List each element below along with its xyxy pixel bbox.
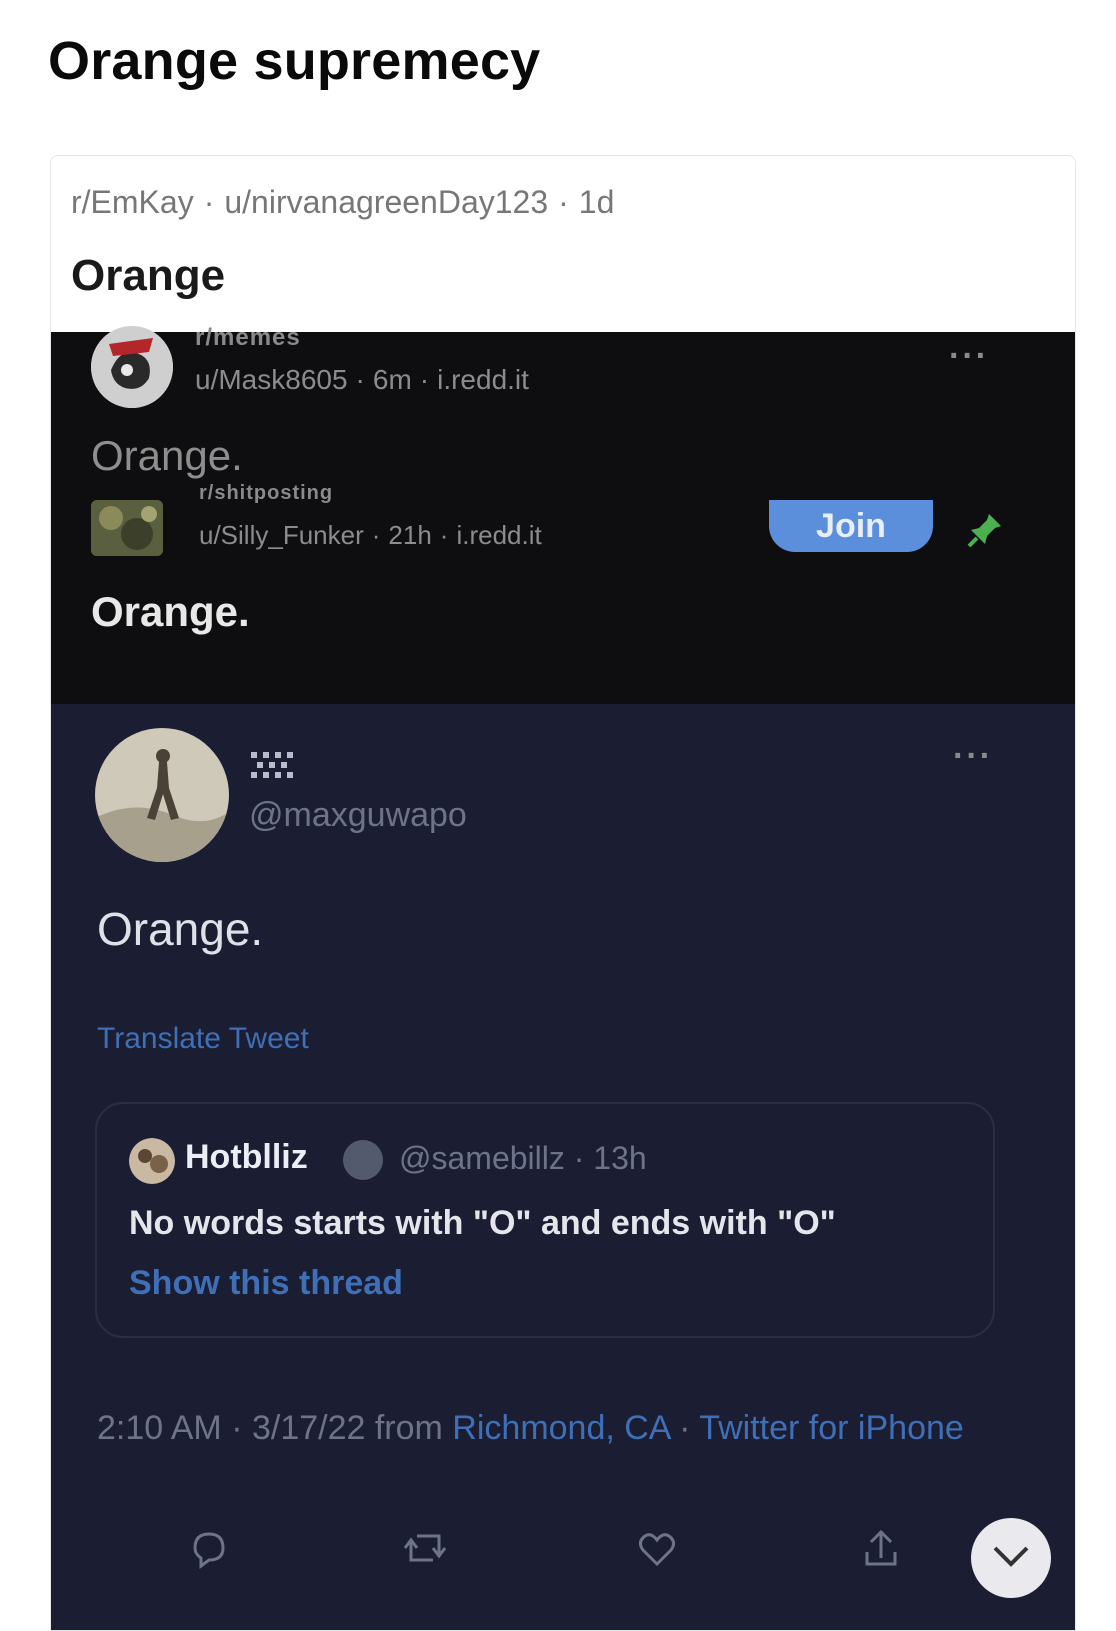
tweet-meta: 2:10 AM · 3/17/22 from Richmond, CA · Tw… [97, 1402, 977, 1454]
post-domain[interactable]: i.redd.it [437, 364, 529, 395]
meta-dot: · [419, 364, 430, 395]
card-header: r/EmKay · u/nirvanagreenDay123 · 1d Orange [51, 156, 1075, 331]
show-thread-link[interactable]: Show this thread [129, 1264, 403, 1303]
client-link[interactable]: Twitter for iPhone [699, 1409, 964, 1447]
author-link[interactable]: u/Silly_Funker [199, 520, 364, 550]
post-age: 6m [372, 364, 412, 395]
subreddit-name[interactable]: r/shitposting [199, 482, 333, 505]
quoted-name[interactable]: Hotblliz [185, 1138, 308, 1177]
tweet-avatar[interactable] [95, 728, 229, 862]
tweet-handle[interactable]: @maxguwapo [249, 796, 467, 835]
post-title[interactable]: Orange. [91, 588, 250, 636]
tweet-text: Orange. [97, 903, 264, 955]
translate-tweet-link[interactable]: Translate Tweet [97, 1022, 309, 1056]
close-button[interactable] [971, 1518, 1051, 1598]
location-link[interactable]: Richmond, CA [452, 1409, 669, 1447]
post-meta: u/Mask8605 · 6m · i.redd.it [195, 364, 529, 396]
author-link[interactable]: u/nirvanagreenDay123 [224, 184, 548, 220]
tweet-actions [51, 1512, 1075, 1630]
share-icon[interactable] [859, 1526, 903, 1570]
page-title: Orange supremecy [48, 31, 541, 91]
post-domain[interactable]: i.redd.it [456, 520, 541, 550]
quoted-text: No words starts with "O" and ends with "… [129, 1204, 836, 1242]
post-age: 1d [578, 184, 615, 220]
reply-icon[interactable] [187, 1526, 231, 1570]
quoted-tweet[interactable]: Hotblliz @samebillz · 13h No words start… [95, 1102, 995, 1338]
meta-dot: · [371, 520, 381, 550]
avatar [91, 500, 163, 556]
author-link[interactable]: u/Mask8605 [195, 364, 348, 395]
post-title[interactable]: Orange. [91, 432, 243, 480]
more-options-icon[interactable]: ··· [949, 339, 989, 373]
quoted-handle[interactable]: @samebillz · 13h [399, 1140, 647, 1177]
post-title[interactable]: Orange [71, 251, 225, 301]
post-card[interactable]: r/EmKay · u/nirvanagreenDay123 · 1d Orange r… [50, 155, 1076, 1631]
meta-separator: · [669, 1409, 700, 1447]
meta-dot: · [439, 520, 449, 550]
card-meta: r/EmKay · u/nirvanagreenDay123 · 1d [71, 184, 614, 221]
pin-icon [967, 514, 1001, 548]
post-image[interactable]: r/memes u/Mask8605 · 6m · i.redd.it ··· Oran… [51, 324, 1075, 1630]
post-age: 21h [388, 520, 432, 550]
avatar [91, 326, 173, 408]
display-name-glyph-icon [251, 752, 293, 778]
subreddit-name[interactable]: r/memes [195, 324, 301, 352]
reddit-post: r/memes u/Mask8605 · 6m · i.redd.it ··· Oran… [51, 324, 1075, 492]
meta-dot: · [558, 184, 569, 220]
meta-dot: · [203, 184, 215, 220]
reddit-screenshot: r/memes u/Mask8605 · 6m · i.redd.it ··· Oran… [51, 324, 1075, 704]
tweet-timestamp[interactable]: 2:10 AM · 3/17/22 from [97, 1409, 452, 1447]
meta-dot: · [355, 364, 365, 395]
like-icon[interactable] [635, 1526, 679, 1570]
retweet-icon[interactable] [403, 1526, 447, 1570]
more-options-icon[interactable]: ··· [953, 739, 993, 773]
join-button[interactable]: Join [769, 500, 933, 552]
chevron-down-icon [993, 1546, 1029, 1567]
post-meta: u/Silly_Funker · 21h · i.redd.it [199, 520, 542, 551]
quoted-avatar[interactable] [129, 1138, 175, 1184]
subreddit-link[interactable]: r/EmKay [71, 184, 194, 220]
badge-icon [343, 1140, 383, 1180]
